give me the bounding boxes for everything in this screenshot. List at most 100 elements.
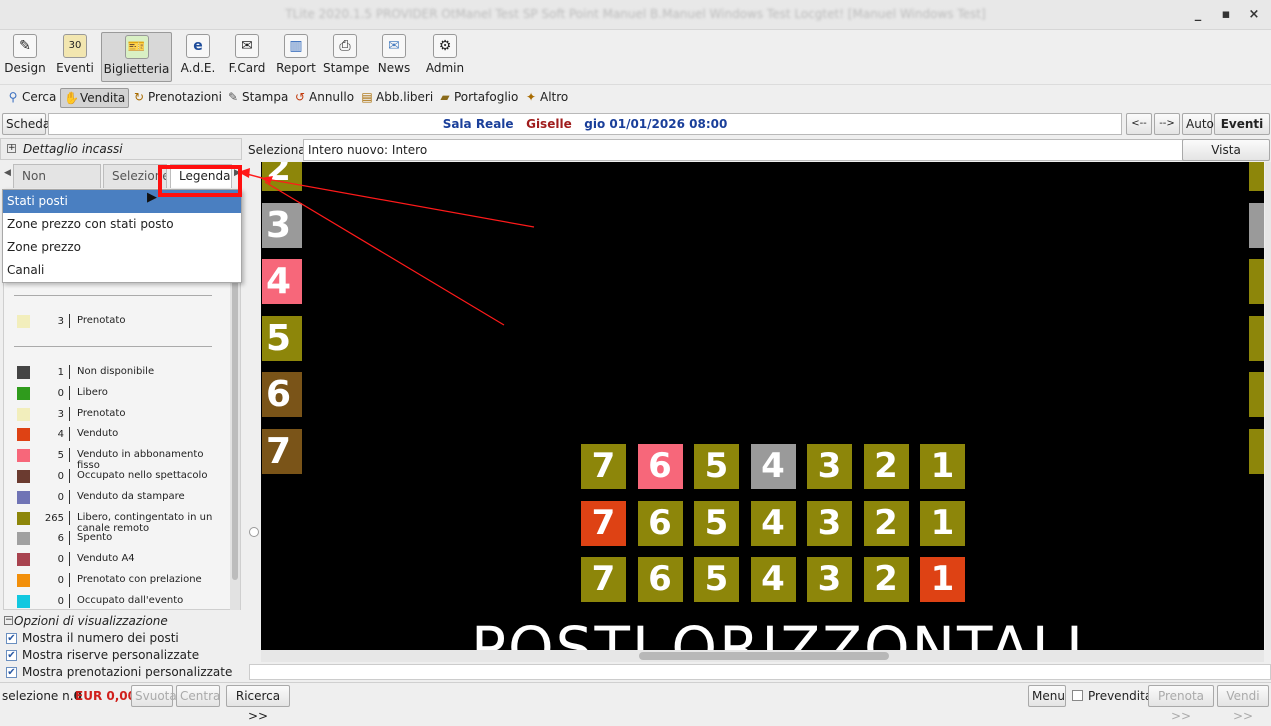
legend-row: 3 Prenotato <box>14 405 224 425</box>
annotation-highlight-box <box>158 165 242 197</box>
event-datetime: gio 01/01/2026 08:00 <box>584 117 728 131</box>
option-show-seat-numbers[interactable]: ✔ Mostra il numero dei posti <box>6 630 236 647</box>
legend-row: 0 Venduto A4 <box>14 550 224 570</box>
auto-button[interactable]: Auto <box>1182 113 1214 135</box>
legend-swatch <box>17 449 30 463</box>
dropdown-item-canali[interactable]: Canali <box>3 259 241 282</box>
legend-swatch <box>17 594 30 608</box>
legend-separator <box>69 489 70 504</box>
option-label: Mostra il numero dei posti <box>22 631 179 645</box>
legend-label: Prenotato con prelazione <box>77 574 202 585</box>
legend-swatch <box>17 386 30 400</box>
legend-swatch <box>17 490 30 504</box>
legend-separator <box>69 448 70 463</box>
legend-swatch <box>17 574 30 587</box>
option-show-custom-bookings[interactable]: ✔ Mostra prenotazioni personalizzate <box>6 664 236 681</box>
next-event-button[interactable]: --> <box>1154 113 1180 135</box>
checkbox-checked-icon[interactable]: ✔ <box>6 633 17 644</box>
legend-swatch <box>17 511 30 525</box>
toolbar-news-button[interactable]: ✉ News <box>375 32 413 82</box>
legend-row: 4 Venduto <box>14 425 224 445</box>
price-type-select[interactable]: Intero nuovo: Intero ⇵ <box>303 139 1223 161</box>
toolbar-admin-button[interactable]: ⚙ Admin <box>424 32 466 82</box>
legend-swatch <box>17 428 30 442</box>
toolbar-stampe-button[interactable]: ⎙ Stampe <box>323 32 370 82</box>
annullo-button[interactable]: ↺ Annullo <box>290 88 357 108</box>
ricerca-button[interactable]: Ricerca >> <box>226 685 290 723</box>
seat-map[interactable]: 234567 765432176543217654321 POSTI ORIZZ… <box>261 162 1264 650</box>
prev-event-button[interactable]: <-- <box>1126 113 1152 135</box>
legend-swatch <box>17 553 30 567</box>
abbliberi-button[interactable]: ▤ Abb.liberi <box>357 88 436 108</box>
annotation-arrows <box>261 176 535 326</box>
checkbox-checked-icon[interactable]: ✔ <box>6 667 17 678</box>
display-options: − Opzioni di visualizzazione ✔ Mostra il … <box>0 610 244 682</box>
legend-label: Venduto <box>77 428 119 440</box>
menu-button[interactable]: Menu <box>1028 685 1066 707</box>
altro-button[interactable]: ✦ Altro <box>521 88 571 108</box>
options-title: Opzioni di visualizzazione <box>14 614 168 628</box>
selection-amount: EUR 0,00 <box>75 689 136 703</box>
prevendita-label: Prevendita <box>1088 689 1153 703</box>
news-icon: ✉ <box>382 34 406 58</box>
vista-principale-button[interactable]: Vista principale <box>1182 139 1270 177</box>
legend-separator <box>69 531 70 546</box>
legend-row: 6 Spento <box>14 529 224 549</box>
legend-count: 0 <box>57 595 64 607</box>
legend-separator <box>69 593 70 608</box>
selection-prefix: selezione n. <box>2 689 74 703</box>
legend-swatch <box>17 407 30 421</box>
close-button[interactable]: × <box>1242 4 1266 26</box>
wallet-icon: ▰ <box>440 90 450 104</box>
legend-row: 0 Occupato nello spettacolo <box>14 467 224 487</box>
legend-count: 4 <box>57 429 64 441</box>
option-show-custom-reserves[interactable]: ✔ Mostra riserve personalizzate <box>6 647 236 664</box>
eventi-forward-button[interactable]: Eventi >> <box>1214 113 1270 151</box>
checkbox-checked-icon[interactable]: ✔ <box>6 650 17 661</box>
svuota-button[interactable]: Svuota <box>131 685 177 707</box>
legend-separator <box>69 510 70 525</box>
maximize-button[interactable]: ▪ <box>1214 4 1238 26</box>
legend-separator <box>69 385 70 400</box>
legend-swatch <box>17 470 30 483</box>
legend-label: Libero <box>77 386 108 398</box>
map-vertical-scrollbar[interactable] <box>1265 162 1271 650</box>
legend-swatch <box>17 315 30 328</box>
legend-row: 265 Libero, contingentato in un canale re… <box>14 509 224 534</box>
legend-label: Non disponibile <box>77 366 155 377</box>
portafoglio-button[interactable]: ▰ Portafoglio <box>435 88 521 108</box>
option-label: Mostra riserve personalizzate <box>22 648 200 662</box>
toolbar-label: Stampe <box>323 61 370 75</box>
legend-row: 0 Venduto da stampare <box>14 488 224 508</box>
message-field <box>249 664 1271 680</box>
legend-count: 0 <box>57 491 64 503</box>
legend-label: Spento <box>77 532 113 544</box>
minimize-button[interactable]: _ <box>1186 4 1210 26</box>
prenota-button[interactable]: Prenota >> <box>1148 685 1214 723</box>
centra-button[interactable]: Centra <box>176 685 220 707</box>
legend-count: 6 <box>57 533 64 545</box>
price-type-value: Intero nuovo: Intero <box>308 143 428 157</box>
legend-row: 5 Venduto in abbonamento fisso <box>14 446 224 471</box>
scrollbar-thumb[interactable] <box>639 652 889 660</box>
legend-row: 0 Libero <box>14 384 224 404</box>
map-horizontal-scrollbar[interactable] <box>261 650 1264 662</box>
option-label: Mostra prenotazioni personalizzate <box>22 665 233 679</box>
legend-row: 1 Non disponibile <box>14 363 224 383</box>
mouse-cursor-icon: ▶ <box>147 190 157 205</box>
splitter-handle[interactable] <box>249 527 259 537</box>
dropdown-item-zone-prezzo[interactable]: Zone prezzo <box>3 236 241 259</box>
legend-count: 0 <box>57 387 64 399</box>
legend-swatch <box>17 532 30 546</box>
prevendita-checkbox[interactable] <box>1072 690 1083 701</box>
subscription-icon: ▤ <box>361 90 373 104</box>
legend-count: 5 <box>57 450 64 462</box>
abbliberi-label: Abb.liberi <box>376 90 434 104</box>
altro-label: Altro <box>540 90 569 104</box>
legend-label: Occupato dall'evento <box>77 594 184 606</box>
printer-icon: ⎙ <box>333 34 357 58</box>
legend-count: 0 <box>57 471 64 482</box>
legend-count: 1 <box>57 367 64 378</box>
event-name: Giselle <box>526 117 572 131</box>
vendi-button[interactable]: Vendi >> <box>1217 685 1269 723</box>
